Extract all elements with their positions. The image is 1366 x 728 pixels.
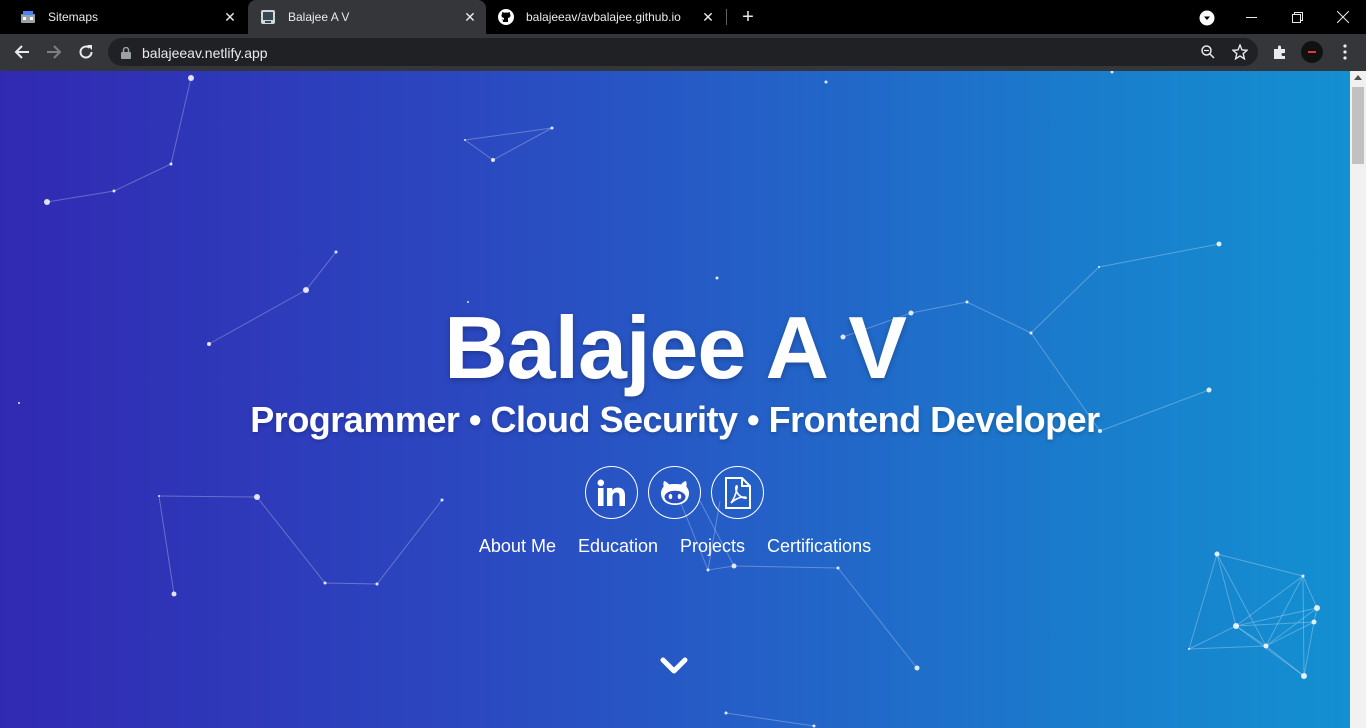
forward-button[interactable]	[40, 38, 68, 66]
url-text: balajeeav.netlify.app	[142, 45, 268, 61]
reload-button[interactable]	[72, 38, 100, 66]
browser-menu-button[interactable]	[1333, 40, 1357, 64]
github-icon	[498, 9, 514, 25]
page-viewport: Balajee A V Programmer • Cloud Security …	[0, 71, 1350, 728]
social-links	[585, 466, 764, 519]
avatar-icon	[1301, 41, 1323, 63]
hero-menu: About Me Education Projects Certificatio…	[0, 536, 1350, 557]
forward-arrow-icon	[47, 45, 62, 59]
menu-certifications[interactable]: Certifications	[767, 536, 871, 557]
back-button[interactable]	[8, 38, 36, 66]
close-icon[interactable]: ✕	[460, 7, 480, 27]
close-window-button[interactable]	[1320, 0, 1366, 34]
site-favicon-icon	[260, 9, 276, 25]
hero-name: Balajee A V	[444, 298, 907, 397]
page-scrollbar[interactable]	[1350, 71, 1366, 728]
lock-icon	[121, 46, 131, 64]
tab-balajee[interactable]: Balajee A V ✕	[248, 0, 486, 34]
new-tab-button[interactable]: +	[736, 5, 760, 29]
tab-search-button[interactable]	[1197, 8, 1217, 28]
address-bar[interactable]: balajeeav.netlify.app	[108, 38, 1258, 66]
more-vert-icon	[1343, 44, 1347, 60]
menu-education[interactable]: Education	[578, 536, 658, 557]
linkedin-icon	[597, 479, 625, 506]
github-octocat-icon	[660, 480, 689, 505]
extensions-button[interactable]	[1268, 40, 1292, 64]
menu-projects[interactable]: Projects	[680, 536, 745, 557]
close-icon	[1337, 11, 1349, 23]
bookmark-star-icon[interactable]	[1231, 43, 1249, 61]
scroll-up-arrow-icon[interactable]	[1354, 75, 1362, 80]
resume-pdf-link[interactable]	[711, 466, 764, 519]
github-link[interactable]	[648, 466, 701, 519]
tab-separator	[726, 9, 727, 25]
tab-search-icon	[1199, 10, 1215, 26]
tab-sitemaps[interactable]: Sitemaps ✕	[8, 0, 246, 34]
restore-icon	[1291, 11, 1303, 23]
linkedin-link[interactable]	[585, 466, 638, 519]
chevron-down-icon[interactable]	[660, 655, 688, 677]
scrollbar-thumb[interactable]	[1352, 87, 1364, 164]
zoom-icon[interactable]	[1199, 43, 1217, 61]
profile-avatar[interactable]	[1300, 40, 1324, 64]
sitemaps-favicon-icon	[20, 9, 36, 25]
close-icon[interactable]: ✕	[220, 7, 240, 27]
pdf-icon	[724, 476, 751, 509]
back-arrow-icon	[14, 45, 29, 59]
tab-github[interactable]: balajeeav/avbalajee.github.io ✕	[486, 0, 724, 34]
tab-strip: Sitemaps ✕ Balajee A V ✕ balajeeav/avbal…	[0, 0, 1366, 34]
minimize-icon	[1245, 16, 1257, 18]
close-icon[interactable]: ✕	[698, 7, 718, 27]
menu-about-me[interactable]: About Me	[479, 536, 556, 557]
tab-title: Sitemaps	[48, 10, 99, 24]
tab-title: balajeeav/avbalajee.github.io	[526, 10, 681, 24]
browser-toolbar: balajeeav.netlify.app	[0, 34, 1366, 71]
hero-subtitle: Programmer • Cloud Security • Frontend D…	[250, 399, 1100, 440]
reload-icon	[79, 45, 93, 59]
restore-button[interactable]	[1274, 0, 1320, 34]
puzzle-icon	[1274, 45, 1285, 59]
tab-title: Balajee A V	[288, 10, 350, 24]
minimize-button[interactable]	[1228, 0, 1274, 34]
